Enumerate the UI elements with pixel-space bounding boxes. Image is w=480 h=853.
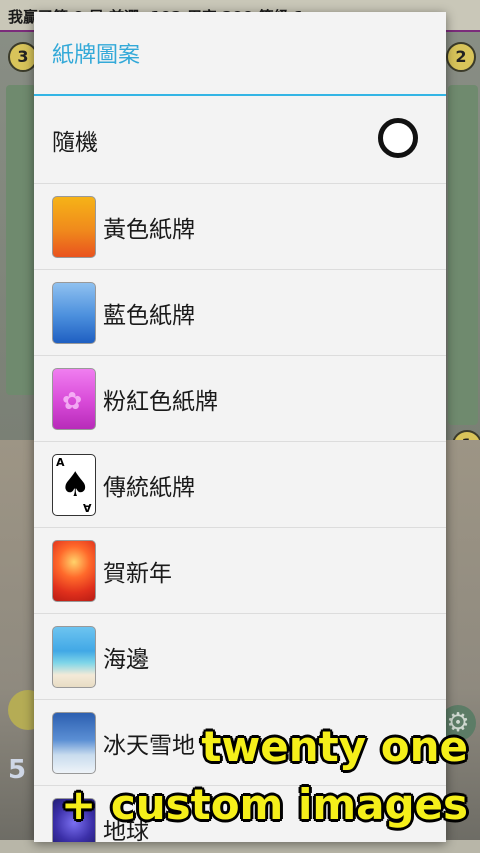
waste-count-badge: 2	[446, 42, 476, 72]
option-yellow-cards[interactable]: 黃色紙牌	[34, 184, 446, 270]
option-label: 冰天雪地	[103, 732, 195, 759]
option-beach[interactable]: 海邊	[34, 614, 446, 700]
option-classic-cards[interactable]: A ♠ A 傳統紙牌	[34, 442, 446, 528]
card-column-left	[6, 85, 36, 395]
option-label: 粉紅色紙牌	[103, 388, 218, 415]
flower-icon: ✿	[62, 386, 83, 415]
promo-text-line2: + custom images	[61, 780, 468, 829]
card-thumbnail: A ♠ A	[52, 453, 96, 516]
option-label: 傳統紙牌	[103, 474, 195, 501]
option-label: 隨機	[52, 129, 98, 156]
card-thumbnail	[52, 195, 96, 258]
promo-text-line1: twenty one	[201, 722, 468, 771]
card-rank: A	[83, 500, 92, 514]
card-thumbnail	[52, 711, 96, 774]
option-pink-cards[interactable]: ✿ 粉紅色紙牌	[34, 356, 446, 442]
option-random[interactable]: 隨機	[34, 96, 446, 184]
radio-button[interactable]	[378, 118, 418, 158]
card-thumbnail: ✿	[52, 367, 96, 430]
option-new-year[interactable]: 賀新年	[34, 528, 446, 614]
card-thumbnail	[52, 625, 96, 688]
card-column-right	[448, 85, 478, 425]
option-label: 海邊	[103, 646, 149, 673]
card-thumbnail	[52, 539, 96, 602]
score-number: 5	[8, 755, 27, 785]
option-label: 賀新年	[103, 560, 172, 587]
card-design-dialog: 紙牌圖案 隨機 黃色紙牌 藍色紙牌 ✿ 粉紅色紙牌 A ♠ A 傳統紙牌 賀新年…	[34, 12, 446, 842]
option-label: 藍色紙牌	[103, 302, 195, 329]
option-blue-cards[interactable]: 藍色紙牌	[34, 270, 446, 356]
card-thumbnail	[52, 281, 96, 344]
dialog-title: 紙牌圖案	[34, 12, 446, 96]
option-label: 黃色紙牌	[103, 216, 195, 243]
spade-icon: ♠	[60, 464, 91, 505]
